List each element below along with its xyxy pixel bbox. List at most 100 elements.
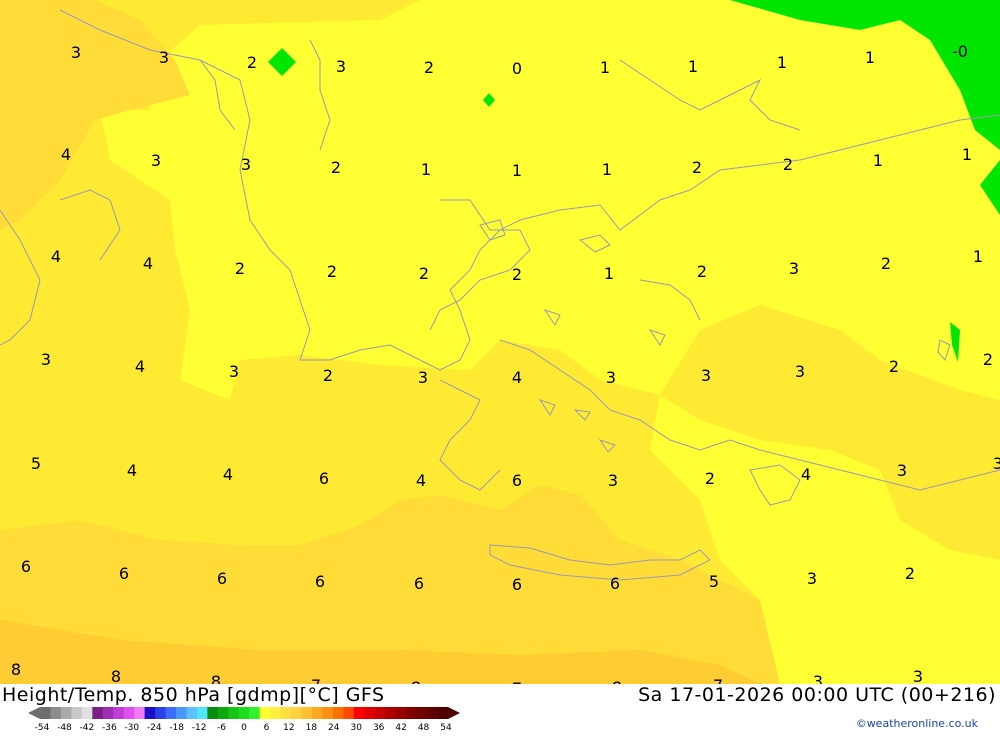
map-value-label: 3 [606, 368, 616, 387]
map-value-label: 1 [688, 57, 698, 76]
map-value-label: 2 [419, 264, 429, 283]
map-value-label: 1 [512, 161, 522, 180]
legend-swatch [322, 707, 334, 719]
legend-swatch [406, 707, 418, 719]
map-value-label: 3 [229, 362, 239, 381]
map-value-label: 1 [421, 160, 431, 179]
map-value-label: 8 [111, 667, 121, 684]
legend-swatch [343, 707, 355, 719]
map-value-label: 4 [143, 254, 153, 273]
legend-tick-label: 54 [440, 723, 452, 732]
map-value-label: 4 [61, 145, 71, 164]
legend-tick-label: 48 [418, 723, 430, 732]
map-value-label: 2 [889, 357, 899, 376]
legend-swatch [427, 707, 439, 719]
legend-tick-label: -54 [35, 723, 50, 732]
legend-swatch [176, 707, 187, 719]
legend-tick-label: 0 [241, 723, 247, 732]
legend-tick-label: -30 [124, 723, 139, 732]
legend-swatch [50, 707, 62, 719]
legend-swatch [217, 707, 229, 719]
legend-swatch [301, 707, 313, 719]
map-value-label: 2 [705, 469, 715, 488]
map-value-label: 2 [783, 155, 793, 174]
legend-tick-label: 18 [306, 723, 318, 732]
legend-swatch [259, 707, 271, 719]
map-value-label: 6 [610, 574, 620, 593]
map-value-label: 3 [159, 48, 169, 67]
legend-swatch [81, 707, 93, 719]
map-value-label: 4 [223, 465, 233, 484]
map-value-label: 3 [807, 569, 817, 588]
map-value-label: 1 [973, 247, 983, 266]
map-value-label: 1 [873, 151, 883, 170]
weather-map: 3 3 2 3 2 0 1 1 1 1 -0 4 3 3 2 1 1 1 2 2 1 1 4 4 2 2 2 2 1 2 3 2 1 3 4 3 2 3 4… [0, 0, 1000, 698]
legend-swatch [374, 707, 386, 719]
legend-tick-label: -24 [147, 723, 162, 732]
map-value-label: 2 [247, 53, 257, 72]
map-value-label: 2 [512, 265, 522, 284]
legend-tick-label: 30 [350, 723, 362, 732]
map-value-label: 8 [11, 660, 21, 679]
legend-swatch [291, 707, 303, 719]
map-value-label: 4 [127, 461, 137, 480]
map-value-label: 3 [813, 672, 823, 684]
legend-swatch [332, 707, 344, 719]
legend-tick-label: 12 [283, 723, 294, 732]
legend-tick-label: -36 [102, 723, 117, 732]
map-value-label: 5 [31, 454, 41, 473]
map-value-label: 1 [865, 48, 875, 67]
map-value-label: 2 [983, 350, 993, 369]
legend-tick-label: -18 [169, 723, 184, 732]
legend-swatch [353, 707, 365, 719]
map-value-label: 6 [217, 569, 227, 588]
legend-swatch [186, 707, 198, 719]
map-value-label: 2 [881, 254, 891, 273]
map-value-label: 3 [913, 667, 923, 684]
map-value-label: 4 [512, 368, 522, 387]
legend-tick-label: 6 [264, 723, 270, 732]
map-value-label: 2 [331, 158, 341, 177]
map-value-label: 2 [692, 158, 702, 177]
map-value-label: 4 [416, 471, 426, 490]
legend-swatch [312, 707, 323, 719]
map-value-label: 2 [327, 262, 337, 281]
map-value-label: 6 [315, 572, 325, 591]
map-value-label: 3 [897, 461, 907, 480]
legend-tick-label: -48 [57, 723, 72, 732]
legend-swatch [144, 707, 156, 719]
legend-swatch [102, 707, 114, 719]
map-value-label: 4 [801, 465, 811, 484]
legend-swatch [270, 707, 282, 719]
map-value-label: 5 [709, 572, 719, 591]
legend-swatch [437, 707, 449, 719]
map-value-label: 3 [241, 155, 251, 174]
map-value-label: 3 [151, 151, 161, 170]
legend-tick-label: 42 [395, 723, 406, 732]
map-value-label: 6 [512, 471, 522, 490]
map-value-label: 0 [512, 59, 522, 78]
map-value-label: 3 [608, 471, 618, 490]
legend-swatch [40, 707, 51, 719]
legend-swatch [385, 707, 397, 719]
legend-swatch [71, 707, 83, 719]
legend-swatch [92, 707, 104, 719]
map-footer: Height/Temp. 850 hPa [gdmp][°C] GFS Sa 1… [0, 684, 1000, 733]
map-value-label: 3 [71, 43, 81, 62]
map-value-label: 4 [135, 357, 145, 376]
map-value-label: 2 [323, 366, 333, 385]
map-value-label: 2 [424, 58, 434, 77]
map-value-label: 6 [21, 557, 31, 576]
credit-link[interactable]: ©weatheronline.co.uk [856, 717, 978, 730]
map-value-label: 3 [795, 362, 805, 381]
legend-arrow-left [28, 707, 40, 719]
legend-swatch [165, 707, 177, 719]
legend-swatch [155, 707, 167, 719]
legend-tick-label: 36 [373, 723, 385, 732]
legend-swatch [416, 707, 428, 719]
map-value-label: 8 [211, 672, 221, 684]
map-value-label: 1 [600, 58, 610, 77]
legend-swatch [196, 707, 208, 719]
map-value-label: 7 [311, 676, 321, 684]
legend-swatch [60, 707, 72, 719]
